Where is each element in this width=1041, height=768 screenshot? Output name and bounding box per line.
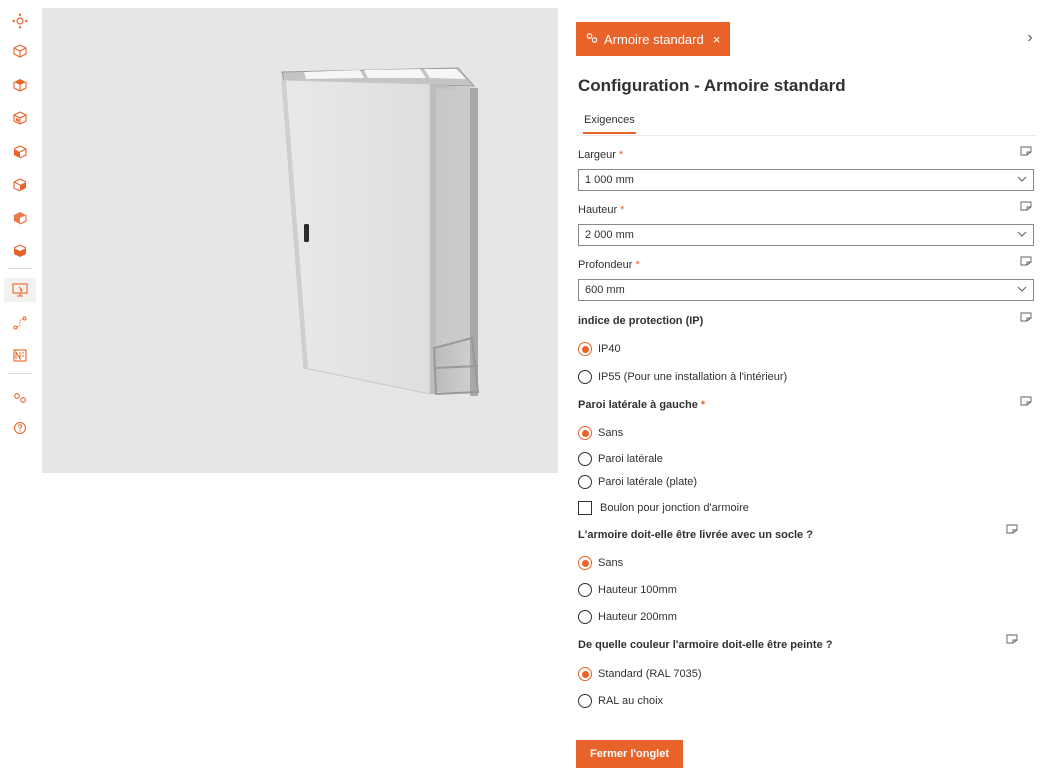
cube-left-icon[interactable] — [6, 140, 34, 164]
radio-ip55[interactable]: IP55 (Pour une installation à l'intérieu… — [578, 370, 787, 384]
chevron-down-icon — [1017, 231, 1027, 237]
cube-top-icon[interactable] — [6, 73, 34, 97]
3d-viewport[interactable] — [42, 8, 558, 473]
hauteur-label: Hauteur * — [578, 204, 625, 216]
radio-couleur-standard[interactable]: Standard (RAL 7035) — [578, 667, 702, 681]
screen-icon[interactable] — [4, 278, 36, 302]
tab-divider — [576, 135, 1036, 136]
couleur-label: De quelle couleur l'armoire doit-elle êt… — [578, 639, 833, 651]
note-icon[interactable] — [1006, 634, 1018, 644]
note-icon[interactable] — [1020, 201, 1032, 211]
radio-button[interactable] — [578, 342, 592, 356]
link-icon[interactable] — [6, 386, 34, 410]
largeur-label: Largeur * — [578, 149, 624, 161]
checkbox-boulon[interactable]: Boulon pour jonction d'armoire — [578, 501, 749, 515]
link-icon — [586, 32, 598, 47]
tab-label: Armoire standard — [604, 31, 704, 47]
radio-button[interactable] — [578, 475, 592, 489]
note-icon[interactable] — [1020, 312, 1032, 322]
checkbox[interactable] — [578, 501, 592, 515]
rail-divider — [8, 268, 32, 269]
radio-paroi-sans[interactable]: Sans — [578, 426, 623, 440]
cube-bottom-icon[interactable] — [6, 239, 34, 263]
radio-button[interactable] — [578, 556, 592, 570]
tab-exigences[interactable]: Exigences — [583, 114, 636, 134]
paroi-label: Paroi latérale à gauche * — [578, 399, 706, 411]
largeur-select[interactable]: 1 000 mm — [578, 169, 1034, 191]
chevron-right-icon[interactable]: › — [1022, 30, 1038, 46]
profondeur-select[interactable]: 600 mm — [578, 279, 1034, 301]
radio-button[interactable] — [578, 694, 592, 708]
note-icon[interactable] — [1020, 256, 1032, 266]
note-icon[interactable] — [1020, 396, 1032, 406]
radio-socle-100[interactable]: Hauteur 100mm — [578, 583, 677, 597]
radio-paroi-plate[interactable]: Paroi latérale (plate) — [578, 475, 697, 489]
cube-outline-icon[interactable] — [6, 39, 34, 63]
note-icon[interactable] — [1006, 524, 1018, 534]
page-title: Configuration - Armoire standard — [578, 76, 846, 95]
radio-button[interactable] — [578, 583, 592, 597]
profondeur-label: Profondeur * — [578, 259, 640, 271]
route-icon[interactable] — [6, 311, 34, 335]
cabinet-3d-render — [281, 67, 480, 396]
radio-ip40[interactable]: IP40 — [578, 342, 621, 356]
radio-button[interactable] — [578, 452, 592, 466]
note-icon[interactable] — [1020, 146, 1032, 156]
radio-socle-200[interactable]: Hauteur 200mm — [578, 610, 677, 624]
document-icon[interactable] — [6, 343, 34, 367]
radio-socle-sans[interactable]: Sans — [578, 556, 623, 570]
close-icon[interactable]: × — [713, 32, 721, 47]
radio-button[interactable] — [578, 667, 592, 681]
socle-label: L'armoire doit-elle être livrée avec un … — [578, 529, 813, 541]
configuration-panel: Armoire standard × › Configuration - Arm… — [576, 22, 1038, 768]
cube-back-icon[interactable] — [6, 206, 34, 230]
close-tab-button[interactable]: Fermer l'onglet — [576, 740, 684, 768]
cube-right-icon[interactable] — [6, 173, 34, 197]
radio-button[interactable] — [578, 370, 592, 384]
cube-front-icon[interactable] — [6, 106, 34, 130]
radio-button[interactable] — [578, 610, 592, 624]
radio-couleur-choix[interactable]: RAL au choix — [578, 694, 663, 708]
radio-paroi-laterale[interactable]: Paroi latérale — [578, 452, 663, 466]
hauteur-select[interactable]: 2 000 mm — [578, 224, 1034, 246]
radio-button[interactable] — [578, 426, 592, 440]
left-toolbar — [0, 0, 40, 765]
chevron-down-icon — [1017, 286, 1027, 292]
network-icon[interactable] — [6, 9, 34, 33]
protection-label: indice de protection (IP) — [578, 315, 704, 327]
tab-armoire-standard[interactable]: Armoire standard × — [576, 22, 731, 56]
help-icon[interactable] — [6, 416, 34, 440]
rail-divider — [8, 373, 32, 374]
chevron-down-icon — [1017, 176, 1027, 182]
